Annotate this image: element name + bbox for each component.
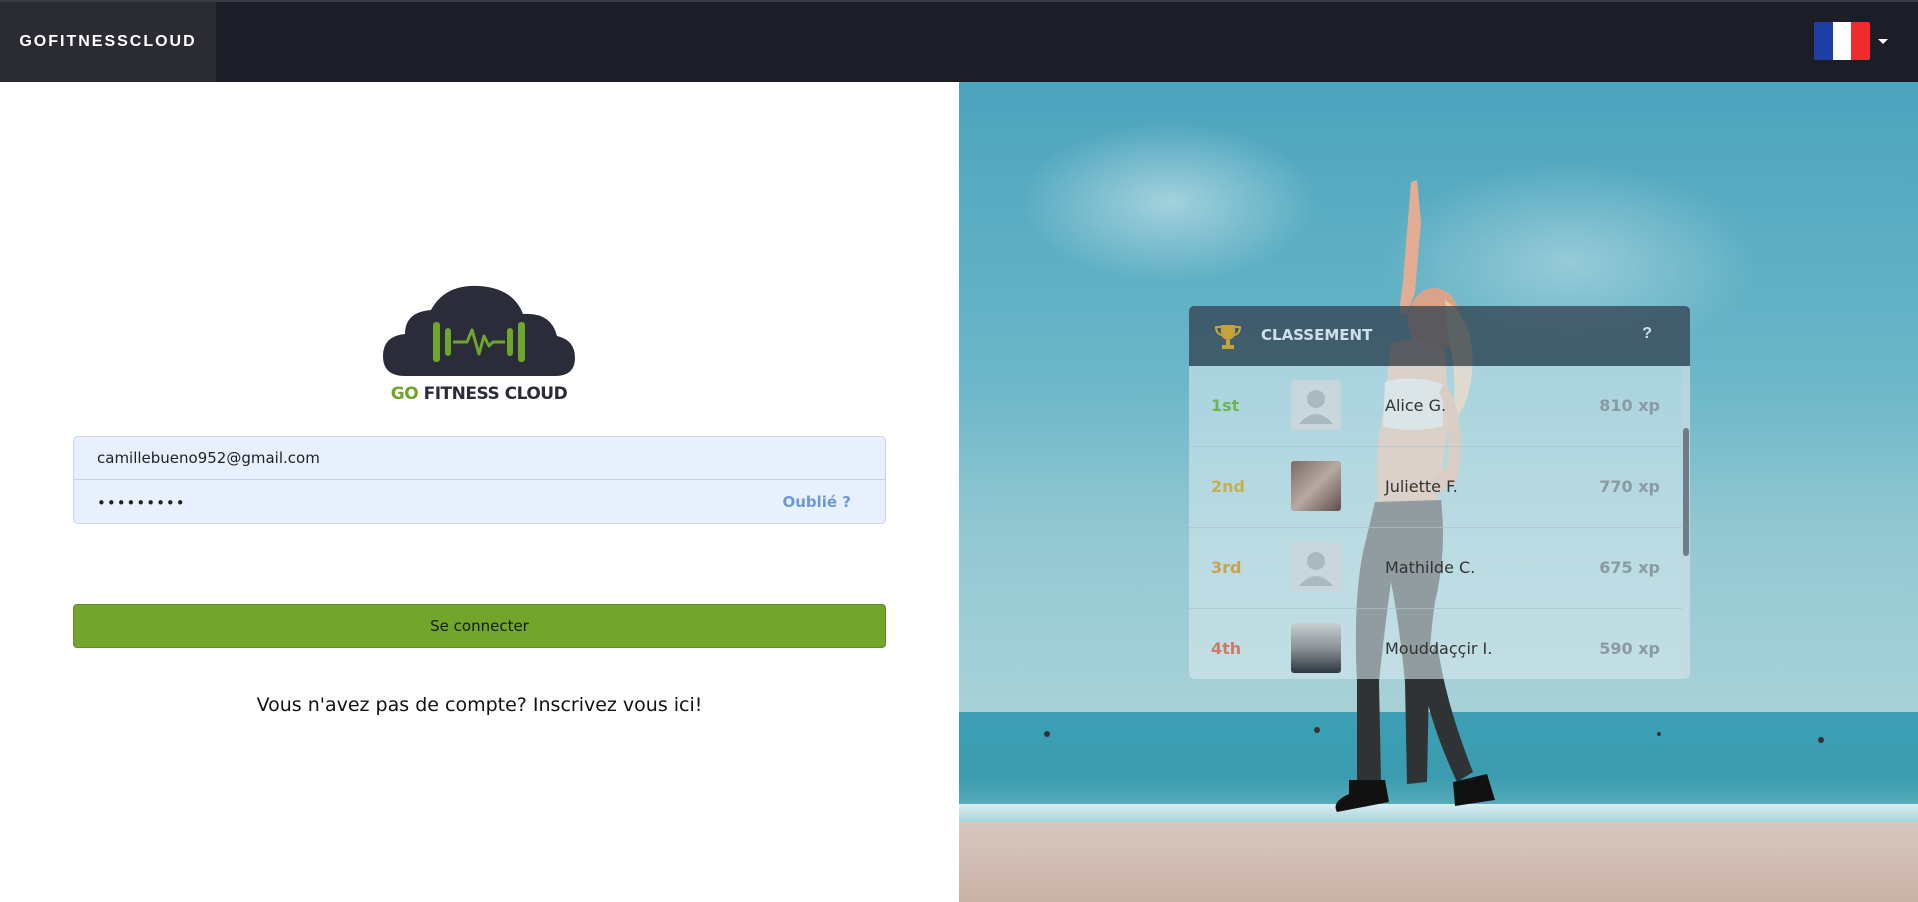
- rank-label: 1st: [1211, 396, 1240, 415]
- login-panel: GO FITNESS CLOUD Oublié ? Se connecter V…: [0, 82, 959, 902]
- xp-value: 810 xp: [1599, 396, 1660, 415]
- flag-france-icon: [1814, 22, 1870, 60]
- signup-link[interactable]: Vous n'avez pas de compte? Inscrivez vou…: [73, 694, 886, 716]
- default-avatar-icon: [1291, 542, 1341, 592]
- leaderboard-row: 1st Alice G. 810 xp: [1189, 366, 1682, 447]
- leaderboard-scrollbar[interactable]: [1682, 366, 1690, 679]
- leaderboard-row: 2nd Juliette F. 770 xp: [1189, 447, 1682, 528]
- default-avatar-icon: [1291, 380, 1341, 430]
- leaderboard-header: CLASSEMENT ?: [1189, 306, 1690, 366]
- user-name: Juliette F.: [1385, 477, 1458, 496]
- brand-logo-link[interactable]: GOFITNESSCLOUD: [0, 2, 216, 82]
- leaderboard-row: 4th Mouddaççir I. 590 xp: [1189, 609, 1682, 679]
- email-field[interactable]: [74, 437, 885, 480]
- user-photo: [1291, 461, 1341, 511]
- logo-wordmark: GO FITNESS CLOUD: [390, 384, 568, 404]
- xp-value: 590 xp: [1599, 639, 1660, 658]
- xp-value: 770 xp: [1599, 477, 1660, 496]
- user-name: Mathilde C.: [1385, 558, 1476, 577]
- leaderboard-card: CLASSEMENT ? 1st Alice G. 810 xp 2nd Jul…: [1189, 306, 1690, 679]
- xp-value: 675 xp: [1599, 558, 1660, 577]
- forgot-password-link[interactable]: Oublié ?: [782, 493, 851, 511]
- rank-label: 3rd: [1211, 558, 1242, 577]
- password-field[interactable]: [74, 481, 885, 523]
- leaderboard-list[interactable]: 1st Alice G. 810 xp 2nd Juliette F. 770 …: [1189, 366, 1690, 679]
- cloud-dumbbell-icon: [383, 285, 575, 376]
- trophy-icon: [1214, 325, 1242, 349]
- language-selector[interactable]: [1814, 22, 1888, 60]
- help-button[interactable]: ?: [1642, 325, 1652, 343]
- leaderboard-row: 3rd Mathilde C. 675 xp: [1189, 528, 1682, 609]
- user-name: Mouddaççir I.: [1385, 639, 1493, 658]
- chevron-down-icon: [1878, 38, 1888, 44]
- scrollbar-thumb[interactable]: [1683, 428, 1689, 556]
- rank-label: 2nd: [1211, 477, 1245, 496]
- rank-label: 4th: [1211, 639, 1242, 658]
- top-navbar: GOFITNESSCLOUD: [0, 0, 1918, 82]
- user-photo: [1291, 623, 1341, 673]
- leaderboard-title: CLASSEMENT: [1261, 326, 1373, 344]
- login-button[interactable]: Se connecter: [73, 604, 886, 648]
- user-name: Alice G.: [1385, 396, 1447, 415]
- hero-panel: CLASSEMENT ? 1st Alice G. 810 xp 2nd Jul…: [959, 82, 1918, 902]
- login-form: Oublié ?: [73, 436, 886, 524]
- app-logo: GO FITNESS CLOUD: [383, 284, 575, 404]
